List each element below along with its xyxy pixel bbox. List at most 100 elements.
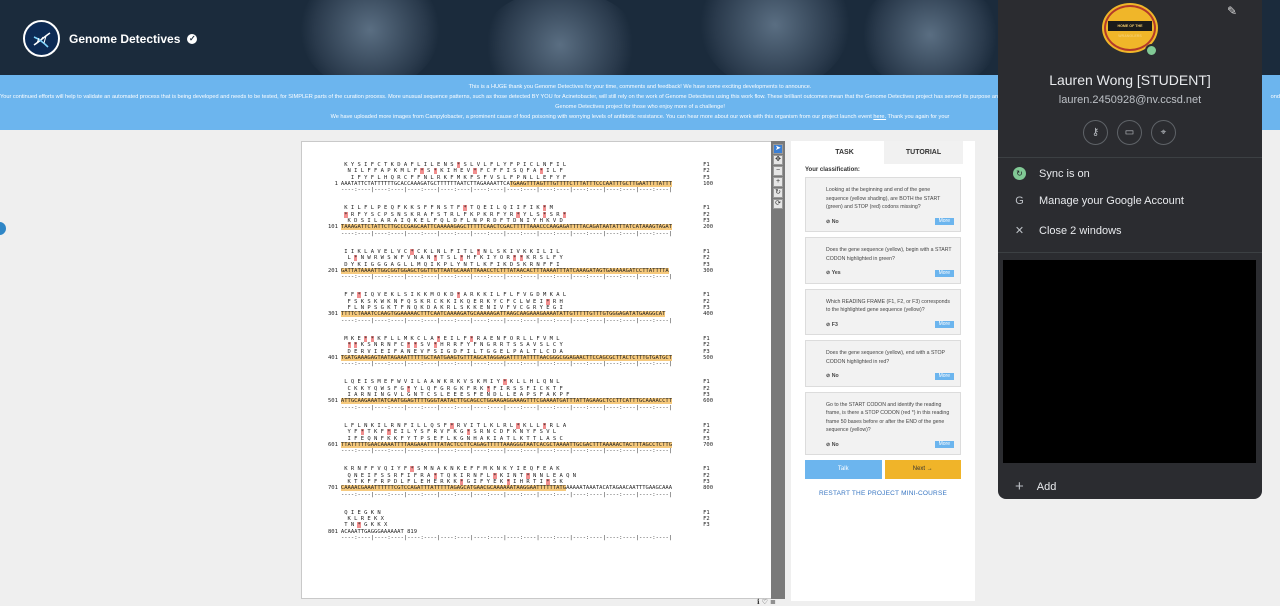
project-title[interactable]: Genome Detectives ✓: [69, 32, 198, 46]
ruler-line: ----:----|----:----|----:----|----:----|…: [341, 361, 673, 368]
sequence-block: K R N F F V Q I Y F * S M N A K N K E F …: [323, 466, 718, 498]
sync-badge-icon: [1145, 44, 1158, 57]
viewer-toolbar: ➤ ✥ − + ↻ ⟳: [772, 143, 784, 210]
rotate-icon[interactable]: ↻: [773, 188, 783, 198]
banner-line-4-text: We have uploaded more images from Campyl…: [330, 114, 872, 120]
ruler-line: ----:----|----:----|----:----|----:----|…: [341, 187, 673, 194]
ruler-line: ----:----|----:----|----:----|----:----|…: [341, 404, 673, 411]
ruler-line: ----:----|----:----|----:----|----:----|…: [341, 535, 673, 542]
pan-tool-icon[interactable]: ✥: [773, 155, 783, 165]
close-windows-item[interactable]: ✕ Close 2 windows: [1013, 224, 1122, 238]
sequence-block: M K E * * K F L L M K C L A * E I L F * …: [323, 335, 718, 368]
header-background-blob: [300, 0, 440, 75]
project-title-text[interactable]: Genome Detectives: [69, 32, 180, 46]
question-card: Does the gene sequence (yellow), end wit…: [805, 340, 961, 387]
google-icon: G: [1015, 195, 1024, 207]
question-card: Go to the START CODON and identify the r…: [805, 391, 961, 455]
sequence-block: K Y S I F C T K D A F L I L E N S * S L …: [323, 162, 718, 193]
question-list: Looking at the beginning and end of the …: [791, 177, 975, 455]
answer-row: ⊘ Yes More: [826, 269, 954, 278]
more-button[interactable]: More: [934, 441, 954, 449]
launch-event-link[interactable]: here.: [873, 114, 886, 120]
sync-label: Sync is on: [1039, 167, 1090, 180]
add-profile-label: Add: [1036, 480, 1057, 493]
question-text: Does the gene sequence (yellow), end wit…: [826, 350, 945, 365]
question-text: Which READING FRAME (F1, F2, or F3) corr…: [826, 298, 950, 314]
answer-value: Yes: [831, 270, 841, 276]
gene-highlight: GATTATAAAATTGGCGGTGGAGCTGGTTGTTAATGCAAAT…: [340, 267, 669, 274]
answer-value: F3: [831, 321, 838, 328]
gene-highlight: CAAAACGAAATTTTTTCGTCCAGATTTATTTTTAGAGCAT…: [340, 485, 567, 492]
task-tabs: TASK TUTORIAL: [805, 141, 963, 164]
question-card: Looking at the beginning and end of the …: [805, 177, 961, 232]
answer-row: ⊘ F3 More: [826, 321, 954, 330]
profile-email: lauren.2450928@nv.ccsd.net: [1058, 94, 1202, 106]
pencil-icon[interactable]: ✎: [1227, 4, 1237, 18]
question-text: Go to the START CODON and identify the r…: [826, 401, 950, 434]
ruler-line: ----:----|----:----|----:----|----:----|…: [341, 448, 673, 455]
add-profile-item[interactable]: + Add: [1015, 478, 1056, 495]
ruler-line: ----:----|----:----|----:----|----:----|…: [341, 230, 673, 237]
gene-highlight: TGAAGTTTAGTTTGTTTTCTTTATTTCCCAATTTGCTTGA…: [509, 180, 673, 187]
banner-line-2: Your continued efforts will help to vali…: [0, 94, 1002, 100]
key-icon[interactable]: ⚷: [1083, 120, 1108, 145]
ruler-line: ----:----|----:----|----:----|----:----|…: [341, 274, 673, 281]
header-background-blob: [700, 0, 850, 75]
close-icon: ✕: [1014, 225, 1025, 237]
more-button[interactable]: More: [934, 372, 954, 380]
banner-line-2-tail: ond: [1270, 94, 1280, 100]
gene-highlight: TGATGAAAGAGTAATAGAAATTTTTGCTAATGAAGTGTTT…: [340, 354, 673, 361]
restart-course-link[interactable]: RESTART THE PROJECT MINI-COURSE: [791, 490, 975, 497]
banner-line-4-end: Thank you again for your: [887, 114, 950, 120]
answer-value: No: [831, 373, 839, 379]
ruler-line: ----:----|----:----|----:----|----:----|…: [341, 317, 673, 324]
project-logo[interactable]: [23, 20, 60, 57]
header-background-blob: [860, 0, 1000, 75]
pointer-tool-icon[interactable]: ➤: [773, 144, 783, 154]
talk-button[interactable]: Talk: [805, 460, 882, 479]
answer-value: No: [831, 441, 839, 448]
gene-highlight: TTATTTTTGAACAAAATTTTAAGAAATTTTATACTCCTTC…: [340, 441, 673, 448]
action-buttons: Talk Next →: [805, 460, 961, 479]
sequence-block: I I K L A V E L V C * C K L N L F I T L …: [323, 248, 718, 281]
sync-item[interactable]: ↻ Sync is on: [1013, 167, 1090, 180]
more-button[interactable]: More: [934, 321, 954, 329]
close-windows-label: Close 2 windows: [1039, 224, 1122, 237]
profiles-list-area[interactable]: [1003, 260, 1256, 463]
menu-divider: [998, 157, 1262, 158]
card-icon[interactable]: ▭: [1117, 120, 1142, 145]
sequence-block: L F L N K I L R N F I L L Q S F * R V I …: [323, 422, 718, 455]
avatar-text: HOME OF THE WRANGLERS: [1108, 21, 1152, 38]
gene-highlight: ATTGCAAGAAATATCAATGGAGTTTTGGGTAATACTTGCA…: [340, 398, 673, 405]
question-card: Does the gene sequence (yellow), begin w…: [805, 237, 961, 284]
menu-divider: [998, 252, 1262, 253]
answer-value: No: [831, 218, 839, 225]
gene-highlight: TTTTCTAAATCCAAGTGGAAAAACTTTCAATCAAAAGATG…: [340, 311, 666, 318]
sequence-block: F F * I Q V E K L S I K K M O K D * A R …: [323, 292, 718, 324]
answer-row: ⊘ No More: [826, 441, 954, 450]
question-card: Which READING FRAME (F1, F2, or F3) corr…: [805, 288, 961, 335]
tab-tutorial[interactable]: TUTORIAL: [884, 141, 963, 164]
zoom-in-icon[interactable]: +: [773, 177, 783, 187]
location-icon[interactable]: ⌖: [1151, 120, 1176, 145]
tab-task[interactable]: TASK: [805, 141, 884, 164]
manage-account-item[interactable]: G Manage your Google Account: [1013, 195, 1184, 207]
question-text: Looking at the beginning and end of the …: [826, 187, 941, 210]
profile-name: Lauren Wong [STUDENT]: [1049, 72, 1211, 88]
sequence-block: L Q E I S M E F W V I L A A W K R K V S …: [323, 379, 718, 411]
sequence-block: K I L F L P E Q F K K S F F N S T F * T …: [323, 205, 718, 237]
zoom-out-icon[interactable]: −: [773, 166, 783, 176]
sequence-text: K Y S I F C T K D A F L I L E N S * S L …: [323, 162, 718, 553]
more-button[interactable]: More: [934, 269, 954, 277]
verified-icon: ✓: [187, 34, 198, 44]
more-button[interactable]: More: [934, 218, 954, 226]
answer-row: ⊘ No More: [826, 372, 954, 381]
reset-icon[interactable]: ⟳: [773, 199, 783, 209]
next-button[interactable]: Next →: [884, 460, 961, 479]
classification-label: Your classification:: [805, 167, 860, 173]
dna-icon: [33, 31, 50, 48]
gene-highlight: TAAAGATTCTATTCTTGCCCGAGCAATTCAAAAAGAGCTT…: [340, 224, 673, 231]
plus-icon: +: [1015, 478, 1024, 495]
header-background-blob: [480, 0, 640, 75]
side-drawer-handle[interactable]: [0, 222, 6, 235]
